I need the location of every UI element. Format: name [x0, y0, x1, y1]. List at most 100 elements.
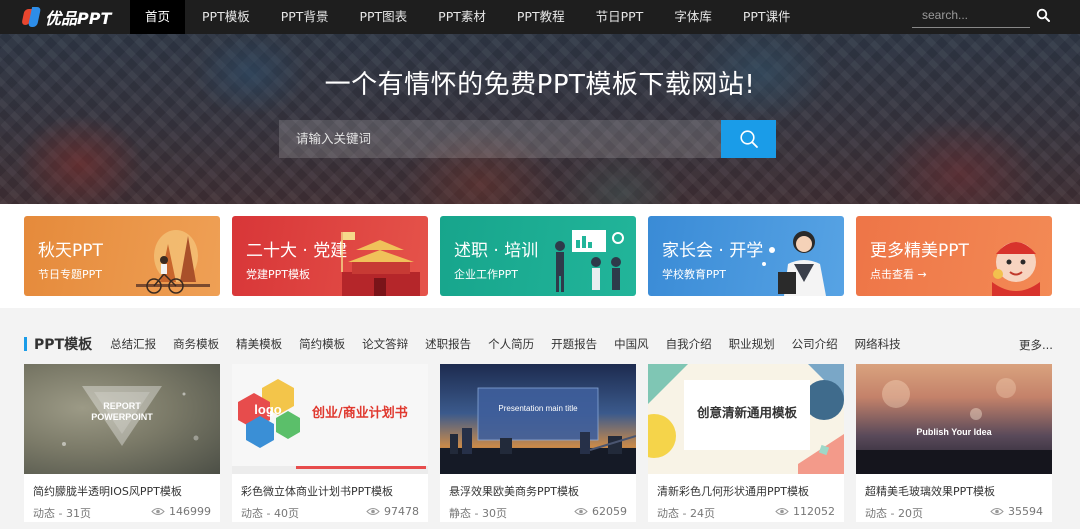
thumbnail-caption: Publish Your Idea	[916, 427, 992, 437]
nav-item-ppt-templates[interactable]: PPT模板	[188, 0, 264, 34]
template-card[interactable]: REPORT POWERPOINT 简约朦胧半透明IOS风PPT模板 动态 - …	[24, 364, 220, 522]
hero-search-box	[279, 120, 776, 158]
topic-banners: 秋天PPT 节日专题PPT 二十大 · 党建 党建PPT模板 述职 · 培训 企…	[0, 204, 1080, 308]
view-count: 112052	[793, 505, 835, 518]
card-thumbnail: Publish Your Idea	[856, 364, 1052, 474]
category-link[interactable]: 论文答辩	[362, 336, 408, 352]
thumbnail-caption: 创意清新通用模板	[696, 405, 797, 420]
banner-title: 家长会 · 开学	[662, 241, 764, 261]
card-meta: 动态 - 40页	[241, 507, 299, 520]
thumbnail-caption: REPORT POWERPOINT	[91, 401, 153, 422]
card-title[interactable]: 超精美毛玻璃效果PPT模板	[865, 483, 995, 499]
template-card[interactable]: 创意清新通用模板 清新彩色几何形状通用PPT模板 动态 - 24页 112052	[648, 364, 844, 522]
card-thumbnail: Presentation main title	[440, 364, 636, 474]
top-nav: 优品PPT 首页 PPT模板 PPT背景 PPT图表 PPT素材 PPT教程 节…	[0, 0, 1080, 34]
template-card[interactable]: Presentation main title 悬浮效果欧美商务PPT模板 静态…	[440, 364, 636, 522]
hero-search-input[interactable]	[279, 120, 721, 158]
nav-item-home[interactable]: 首页	[130, 0, 186, 34]
banner-more-ppt[interactable]: 更多精美PPT 点击查看 →	[856, 216, 1052, 296]
mascot-illustration	[992, 242, 1040, 296]
banner-subtitle: 点击查看 →	[870, 268, 927, 281]
banner-title: 秋天PPT	[38, 241, 103, 261]
category-link[interactable]: 自我介绍	[666, 336, 712, 352]
section-title: PPT模板	[34, 337, 93, 353]
banner-subtitle: 学校教育PPT	[662, 268, 726, 281]
eye-icon	[151, 508, 165, 515]
category-link[interactable]: 商务模板	[173, 336, 219, 352]
category-link[interactable]: 中国风	[614, 336, 649, 352]
template-card[interactable]: logo 创业/商业计划书 彩色微立体商业计划书PPT模板 动态 - 40页 9…	[232, 364, 428, 522]
card-meta: 静态 - 30页	[449, 507, 507, 520]
template-card[interactable]: Publish Your Idea 超精美毛玻璃效果PPT模板 动态 - 20页…	[856, 364, 1052, 522]
category-link[interactable]: 简约模板	[299, 336, 345, 352]
card-meta: 动态 - 20页	[865, 507, 923, 520]
view-count: 62059	[592, 505, 627, 518]
category-link[interactable]: 开题报告	[551, 336, 597, 352]
section-header: PPT模板 总结汇报 商务模板 精美模板 简约模板 论文答辩 述职报告 个人简历…	[24, 334, 918, 354]
nav-item-holiday-ppt[interactable]: 节日PPT	[582, 0, 658, 34]
category-link[interactable]: 网络科技	[855, 336, 901, 352]
banner-party-building[interactable]: 二十大 · 党建 党建PPT模板	[232, 216, 428, 296]
hero-banner: 一个有情怀的免费PPT模板下载网站!	[0, 34, 1080, 204]
card-views: 146999	[151, 505, 211, 518]
card-title[interactable]: 彩色微立体商业计划书PPT模板	[241, 483, 393, 499]
card-thumbnail: 创意清新通用模板	[648, 364, 844, 474]
category-link[interactable]: 总结汇报	[110, 336, 156, 352]
autumn-cyclist-illustration	[136, 230, 210, 294]
card-thumbnail: logo 创业/商业计划书	[232, 364, 428, 474]
banner-subtitle: 节日专题PPT	[38, 268, 102, 281]
view-count: 146999	[169, 505, 211, 518]
eye-icon	[990, 508, 1004, 515]
search-icon[interactable]	[1036, 8, 1050, 22]
nav-search-input[interactable]	[912, 4, 1030, 26]
banner-report-training[interactable]: 述职 · 培训 企业工作PPT	[440, 216, 636, 296]
site-logo[interactable]: 优品PPT	[0, 0, 130, 34]
logo-icon	[22, 6, 42, 28]
eye-icon	[775, 508, 789, 515]
nav-item-ppt-materials[interactable]: PPT素材	[424, 0, 500, 34]
business-people-illustration	[555, 230, 624, 292]
nav-item-fonts[interactable]: 字体库	[660, 0, 726, 34]
nav-item-ppt-backgrounds[interactable]: PPT背景	[267, 0, 343, 34]
thumbnail-caption: 创业/商业计划书	[312, 406, 408, 421]
teacher-illustration	[762, 231, 826, 296]
view-count: 97478	[384, 505, 419, 518]
card-meta: 动态 - 31页	[33, 507, 91, 520]
hero-title: 一个有情怀的免费PPT模板下载网站!	[324, 70, 756, 100]
city-skyline-thumbnail-art	[440, 387, 636, 474]
category-link[interactable]: 述职报告	[425, 336, 471, 352]
nav-item-ppt-tutorials[interactable]: PPT教程	[503, 0, 579, 34]
card-meta: 动态 - 24页	[657, 507, 715, 520]
banner-subtitle: 企业工作PPT	[454, 268, 518, 281]
banner-title: 二十大 · 党建	[246, 241, 348, 261]
card-views: 97478	[366, 505, 419, 518]
card-title[interactable]: 简约朦胧半透明IOS风PPT模板	[33, 483, 182, 499]
eye-icon	[366, 508, 380, 515]
card-views: 62059	[574, 505, 627, 518]
nav-menu: 首页 PPT模板 PPT背景 PPT图表 PPT素材 PPT教程 节日PPT 字…	[130, 0, 808, 34]
tiananmen-illustration	[341, 232, 420, 296]
thumbnail-logo-text: logo	[254, 402, 282, 417]
more-link[interactable]: 更多...	[1019, 337, 1053, 353]
card-title[interactable]: 清新彩色几何形状通用PPT模板	[657, 483, 809, 499]
banner-title: 述职 · 培训	[454, 241, 539, 261]
nav-item-ppt-charts[interactable]: PPT图表	[345, 0, 421, 34]
banner-title: 更多精美PPT	[870, 241, 969, 261]
category-link[interactable]: 公司介绍	[792, 336, 838, 352]
card-title[interactable]: 悬浮效果欧美商务PPT模板	[449, 483, 579, 499]
category-link[interactable]: 精美模板	[236, 336, 282, 352]
logo-text: 优品PPT	[45, 9, 112, 28]
hero-search-button[interactable]	[721, 120, 776, 158]
nav-item-ppt-courseware[interactable]: PPT课件	[729, 0, 805, 34]
category-link[interactable]: 职业规划	[729, 336, 775, 352]
card-views: 112052	[775, 505, 835, 518]
card-thumbnail: REPORT POWERPOINT	[24, 364, 220, 474]
banner-parent-meeting[interactable]: 家长会 · 开学 学校教育PPT	[648, 216, 844, 296]
banner-subtitle: 党建PPT模板	[246, 268, 310, 281]
section-marker	[24, 337, 27, 351]
nav-search-box	[912, 4, 1030, 28]
banner-autumn[interactable]: 秋天PPT 节日专题PPT	[24, 216, 220, 296]
card-views: 35594	[990, 505, 1043, 518]
frosted-glass-thumbnail-art	[856, 378, 1052, 474]
category-link[interactable]: 个人简历	[488, 336, 534, 352]
